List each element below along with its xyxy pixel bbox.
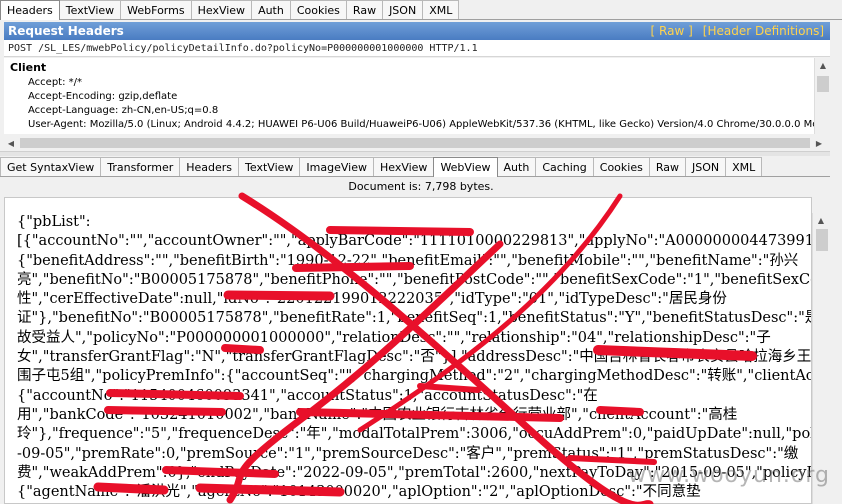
request-line: POST /SL_LES/mwebPolicy/policyDetailInfo… [4,40,830,57]
tab-json[interactable]: JSON [684,157,727,176]
headers-horizontal-scrollbar[interactable]: ◀ ▶ [4,136,830,150]
header-row[interactable]: Accept-Language: zh-CN,en-US;q=0.8 [4,103,814,117]
scroll-thumb[interactable] [20,138,810,148]
tab-textview[interactable]: TextView [58,0,122,19]
tab-raw[interactable]: Raw [345,0,384,19]
window-edge [830,20,842,504]
json-line: -09-05","premRate":0,"premSource":"1","p… [17,445,799,462]
raw-link[interactable]: [ Raw ] [651,24,693,38]
json-line: {"pbList": [17,214,91,230]
scroll-thumb[interactable] [817,76,829,92]
tab-textview[interactable]: TextView [238,157,301,176]
json-line: {"accountNo":"115400460093341","accountS… [17,387,598,404]
webview-vertical-scrollbar[interactable]: ▲ [812,213,830,504]
tab-hexview[interactable]: HexView [372,157,435,176]
scroll-up-arrow-icon[interactable]: ▲ [813,213,829,227]
scroll-up-arrow-icon[interactable]: ▲ [815,58,831,72]
json-line: [{"accountNo":"","accountOwner":"","appl… [17,233,811,250]
json-line: 性","cerEffectiveDate":null,"idNo":"22012… [17,291,727,308]
json-line: 女","transferGrantFlag":"N","transferGran… [17,349,812,366]
header-definitions-link[interactable]: [Header Definitions] [703,24,824,38]
json-line: 用","bankCode":"103241010002","bankName":… [17,406,738,423]
tab-hexview[interactable]: HexView [190,0,253,19]
tab-webview[interactable]: WebView [433,157,498,177]
tab-cookies[interactable]: Cookies [289,0,347,19]
document-size-label: Document is: 7,798 bytes. [348,180,494,193]
tab-json[interactable]: JSON [382,0,424,19]
json-line: 故受益人","policyNo":"P000000001000000","rel… [17,329,771,346]
json-line: 亮","benefitNo":"B00005175878","benefitPh… [17,271,811,288]
inspector-tabbar-top: Headers TextView WebForms HexView Auth Cookie… [0,0,842,20]
scroll-thumb[interactable] [816,229,828,251]
headers-tree: Client Accept: */* Accept-Encoding: gzip… [4,58,814,134]
tab-caching[interactable]: Caching [535,157,594,176]
tab-get-syntaxview[interactable]: Get SyntaxView [0,157,102,176]
tab-auth[interactable]: Auth [251,0,291,19]
tab-transformer[interactable]: Transformer [100,157,181,176]
inspector-tabbar-response: Get SyntaxView Transformer Headers TextView… [0,157,842,177]
tab-auth[interactable]: Auth [496,157,537,176]
tab-webforms[interactable]: WebForms [120,0,192,19]
tab-imageview[interactable]: ImageView [299,157,374,176]
webview-panel[interactable]: {"pbList": [{"accountNo":"","accountOwner… [4,197,812,504]
tab-cookies[interactable]: Cookies [592,157,650,176]
json-response-text: {"pbList": [{"accountNo":"","accountOwner… [17,213,812,502]
scroll-left-arrow-icon[interactable]: ◀ [4,139,18,148]
tab-raw[interactable]: Raw [648,157,686,176]
tab-xml[interactable]: XML [422,0,460,19]
header-group-client[interactable]: Client [4,58,814,75]
request-headers-title: Request Headers [8,24,124,38]
json-line: 证"},"benefitNo":"B00005175878","benefitR… [17,310,811,327]
json-line: 玲"},"frequence":"5","frequenceDesc":"年",… [17,426,811,443]
watermark: www.wooyun.org [628,463,830,488]
request-headers-bar: Request Headers [ Raw ] [Header Definiti… [4,22,830,40]
header-row[interactable]: Accept: */* [4,75,814,89]
tab-xml[interactable]: XML [725,157,763,176]
scroll-right-arrow-icon[interactable]: ▶ [812,139,826,148]
header-row[interactable]: Accept-Encoding: gzip,deflate [4,89,814,103]
json-line: {"benefitAddress":"","benefitBirth":"199… [17,252,799,269]
tab-headers[interactable]: Headers [0,0,60,20]
tab-headers[interactable]: Headers [179,157,240,176]
json-line: 围子屯5组","policyPremInfo":{"accountSeq":""… [17,368,812,385]
header-row[interactable]: User-Agent: Mozilla/5.0 (Linux; Android … [4,117,814,131]
panel-splitter[interactable] [0,151,842,156]
headers-vertical-scrollbar[interactable]: ▲ [814,58,830,134]
